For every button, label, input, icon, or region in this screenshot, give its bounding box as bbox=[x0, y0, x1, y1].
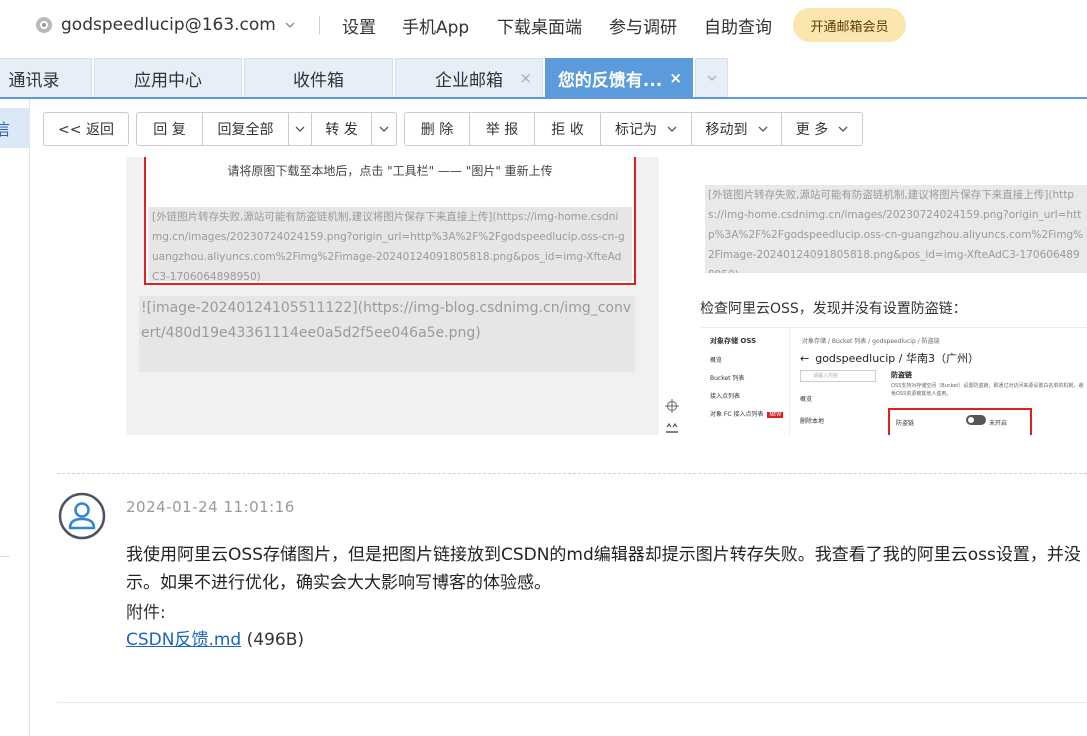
forward-button[interactable]: 转 发 bbox=[311, 112, 372, 146]
oss-sidebar-item: 概览 bbox=[710, 357, 723, 364]
oss-section-title: 防盗链 bbox=[891, 371, 912, 379]
tab-contacts[interactable]: 通讯录 bbox=[0, 58, 92, 97]
tab-inbox[interactable]: 收件箱 bbox=[244, 58, 393, 97]
attachment-link[interactable]: CSDN反馈.md bbox=[126, 630, 241, 650]
message-divider bbox=[57, 473, 1087, 474]
message-date: 2024-01-24 11:01:16 bbox=[126, 498, 295, 516]
chevron-down-icon bbox=[838, 126, 848, 132]
divider bbox=[319, 16, 320, 34]
oss-menu-item: 概览 bbox=[800, 396, 813, 403]
close-icon[interactable]: × bbox=[669, 69, 682, 87]
mail-content: 请将原图下载至本地后，点击 "工具栏" —— "图片" 重新上传 [外链图片转存… bbox=[30, 157, 1087, 736]
reply-button[interactable]: 回 复 bbox=[136, 112, 203, 146]
highlight-box: 请将原图下载至本地后，点击 "工具栏" —— "图片" 重新上传 [外链图片转存… bbox=[144, 157, 636, 285]
chevron-down-icon bbox=[758, 126, 767, 132]
gear-icon bbox=[36, 17, 52, 33]
tab-label: 您的反馈有... bbox=[557, 70, 663, 91]
reply-all-dropdown[interactable] bbox=[288, 112, 312, 146]
tab-app-center[interactable]: 应用中心 bbox=[94, 58, 242, 97]
top-bar: godspeedlucip@163.com 设置 手机App 下载桌面端 参与调… bbox=[0, 0, 1087, 52]
tab-label: 收件箱 bbox=[293, 70, 344, 91]
forward-dropdown[interactable] bbox=[371, 112, 397, 146]
markdown-image-text: ![image-20240124105511122](https://img-b… bbox=[139, 296, 635, 372]
survey-link[interactable]: 参与调研 bbox=[609, 13, 677, 38]
mail-toolbar: << 返回 回 复 回复全部 转 发 删 除 举 报 拒 收 标记为 移动到 更… bbox=[30, 99, 1087, 157]
reply-all-button[interactable]: 回复全部 bbox=[202, 112, 289, 146]
move-icon[interactable] bbox=[665, 399, 679, 413]
tab-overflow-dropdown[interactable] bbox=[695, 58, 728, 97]
move-to-button[interactable]: 移动到 bbox=[691, 112, 782, 146]
oss-sidebar-title: 对象存储 OSS bbox=[710, 337, 757, 345]
chevron-down-icon bbox=[295, 126, 305, 132]
chevron-down-icon bbox=[707, 75, 716, 81]
more-label: 更 多 bbox=[795, 122, 829, 138]
oss-sidebar: 对象存储 OSS 概览 Bucket 列表 接入点列表 对象 FC 接入点列表 … bbox=[700, 328, 790, 435]
oss-menu-item: 删除本地 bbox=[800, 418, 825, 425]
divider bbox=[57, 702, 1087, 703]
oss-toggle-knob bbox=[968, 417, 974, 423]
oss-section-desc: OSS支持对存储空间（Bucket）设置防盗链，即通过对访问来源设置白名单的机制… bbox=[891, 383, 1084, 397]
tab-enterprise-mail[interactable]: 企业邮箱 × bbox=[395, 58, 543, 97]
message-body: 我使用阿里云OSS存储图片，但是把图片链接放到CSDN的md编辑器却提示图片转存… bbox=[126, 541, 1087, 597]
attachment-row: CSDN反馈.md (496B) bbox=[126, 625, 304, 650]
tab-label: 企业邮箱 bbox=[435, 70, 503, 91]
oss-bucket-title-text: godspeedlucip / 华南3（广州） bbox=[815, 352, 979, 365]
oss-screenshot: 对象存储 OSS 概览 Bucket 列表 接入点列表 对象 FC 接入点列表 … bbox=[700, 327, 1087, 435]
chevron-down-icon bbox=[379, 126, 389, 132]
more-button[interactable]: 更 多 bbox=[781, 112, 863, 146]
self-service-link[interactable]: 自助查询 bbox=[704, 13, 772, 38]
left-nav-label: 信 bbox=[0, 120, 11, 139]
mark-as-label: 标记为 bbox=[615, 122, 657, 138]
reject-button[interactable]: 拒 收 bbox=[534, 112, 601, 146]
oss-sidebar-item: Bucket 列表 bbox=[710, 375, 745, 382]
failed-link-text: [外链图片转存失败,源站可能有防盗链机制,建议将图片保存下来直接上传](http… bbox=[148, 207, 632, 283]
upload-hint: 请将原图下载至本地后，点击 "工具栏" —— "图片" 重新上传 bbox=[227, 164, 553, 178]
download-desktop-link[interactable]: 下载桌面端 bbox=[497, 13, 582, 38]
attachment-size: (496B) bbox=[246, 630, 305, 650]
divider bbox=[0, 556, 10, 557]
back-button[interactable]: << 返回 bbox=[43, 112, 129, 146]
account-menu[interactable]: godspeedlucip@163.com bbox=[34, 12, 295, 38]
oss-highlight-box: 防盗链 未开启 bbox=[888, 408, 1032, 435]
left-nav bbox=[0, 99, 30, 736]
oss-note: 检查阿里云OSS，发现并没有设置防盗链： bbox=[700, 301, 967, 317]
delete-button[interactable]: 删 除 bbox=[404, 112, 470, 146]
oss-search-input: 请输入内容 bbox=[800, 370, 876, 382]
tab-label: 通讯录 bbox=[8, 70, 60, 91]
vip-button[interactable]: 开通邮箱会员 bbox=[793, 8, 906, 42]
settings-link[interactable]: 设置 bbox=[342, 13, 376, 38]
report-button[interactable]: 举 报 bbox=[469, 112, 535, 146]
attachment-label: 附件: bbox=[126, 603, 166, 623]
oss-main: 对象存储 / Bucket 列表 / godspeedlucip / 防盗链 ←… bbox=[796, 328, 1087, 435]
tab-feedback[interactable]: 您的反馈有... × bbox=[545, 58, 693, 97]
tab-label: 应用中心 bbox=[134, 70, 202, 91]
left-nav-selected[interactable]: 信 bbox=[0, 108, 30, 148]
message-body-line: 示。如果不进行优化，确实会大大影响写博客的体验感。 bbox=[126, 573, 551, 593]
chevron-down-icon bbox=[667, 126, 677, 132]
avatar-user-icon bbox=[58, 492, 106, 540]
close-icon[interactable]: × bbox=[519, 69, 532, 87]
message-body-line: 我使用阿里云OSS存储图片，但是把图片链接放到CSDN的md编辑器却提示图片转存… bbox=[126, 545, 1081, 565]
move-to-label: 移动到 bbox=[705, 122, 748, 138]
mark-as-button[interactable]: 标记为 bbox=[600, 112, 692, 146]
failed-link-text: [外链图片转存失败,源站可能有防盗链机制,建议将图片保存下来直接上传](http… bbox=[705, 185, 1087, 273]
new-badge: NEW bbox=[767, 412, 784, 418]
back-arrow-icon: ← bbox=[800, 352, 810, 365]
oss-toggle-label: 防盗链 bbox=[896, 420, 915, 427]
account-email: godspeedlucip@163.com bbox=[61, 15, 276, 35]
oss-toggle-state: 未开启 bbox=[989, 420, 1008, 427]
resize-icon[interactable] bbox=[665, 422, 679, 434]
tab-bar: 通讯录 应用中心 收件箱 企业邮箱 × 您的反馈有... × bbox=[0, 58, 1087, 98]
oss-sidebar-item: 对象 FC 接入点列表 NEW bbox=[710, 409, 789, 418]
quoted-image-left: 请将原图下载至本地后，点击 "工具栏" —— "图片" 重新上传 [外链图片转存… bbox=[126, 157, 659, 435]
chevron-down-icon bbox=[285, 22, 295, 28]
oss-bucket-title: ← godspeedlucip / 华南3（广州） bbox=[800, 350, 979, 366]
oss-sidebar-item-label: 对象 FC 接入点列表 bbox=[710, 411, 764, 418]
oss-sidebar-item: 接入点列表 bbox=[710, 393, 741, 400]
mobile-app-link[interactable]: 手机App bbox=[402, 13, 469, 38]
oss-breadcrumb: 对象存储 / Bucket 列表 / godspeedlucip / 防盗链 bbox=[802, 338, 940, 345]
